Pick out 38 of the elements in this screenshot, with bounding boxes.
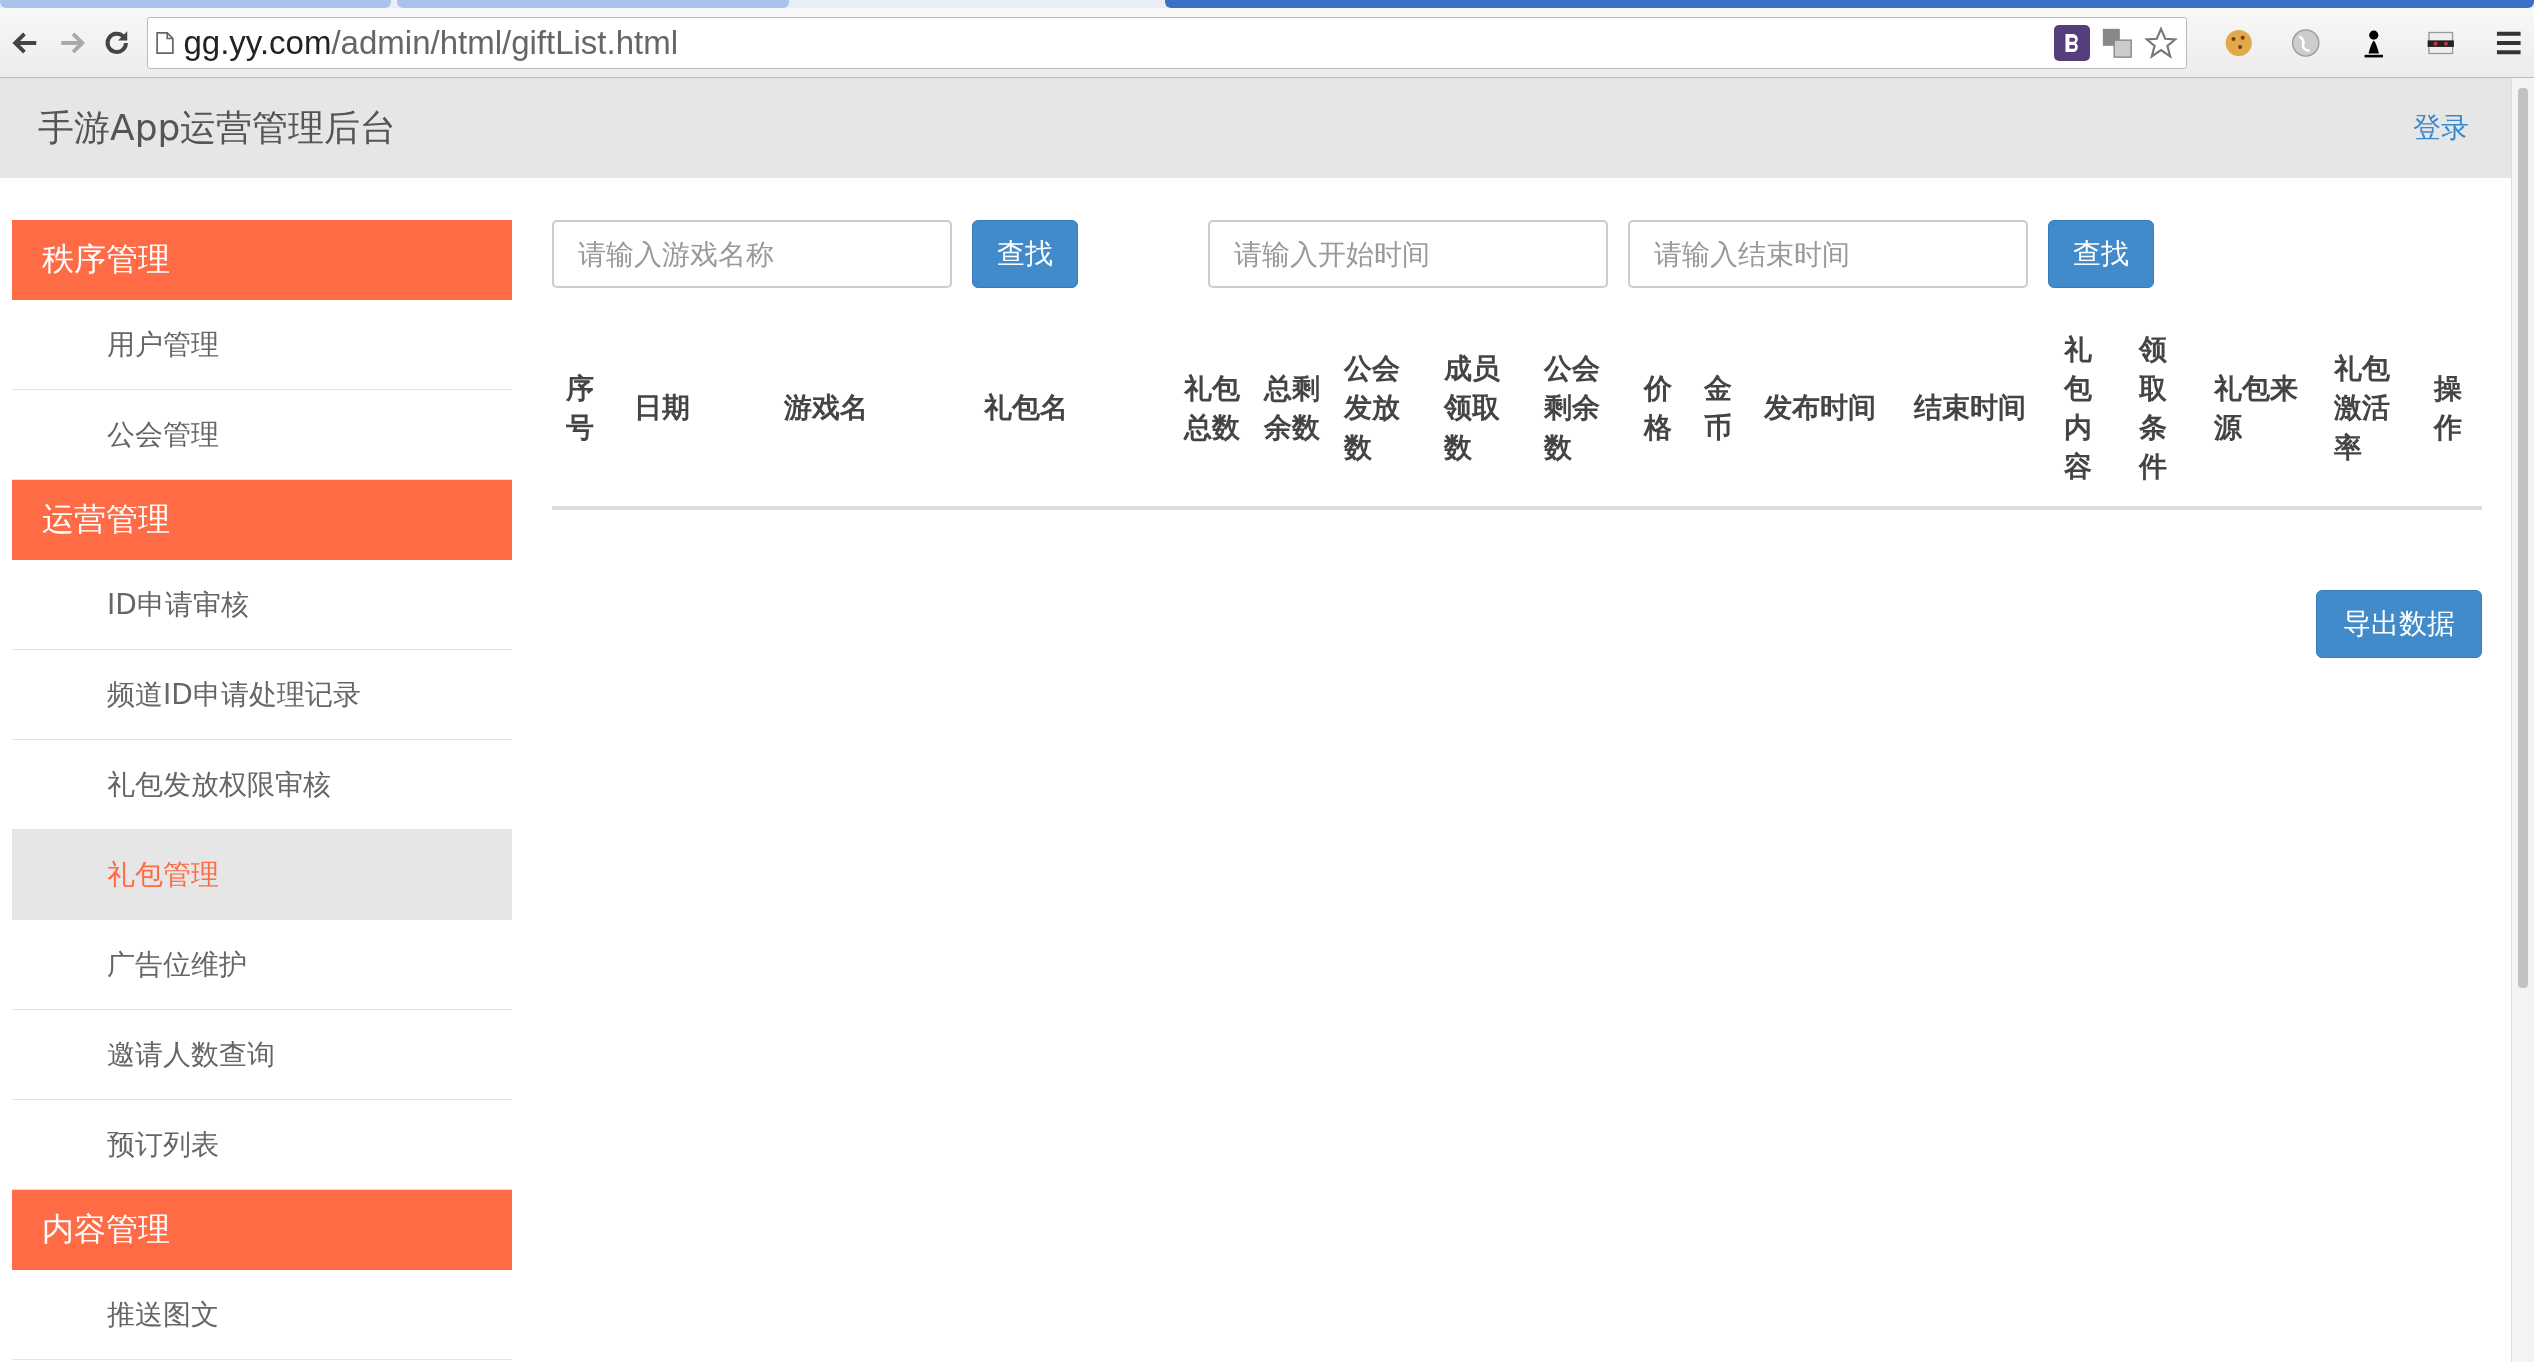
scrollbar-thumb[interactable] [2518, 88, 2528, 988]
address-bar[interactable]: gg.yy.com/admin/html/giftList.html [146, 16, 2187, 69]
sidebar-item[interactable]: 频道ID申请处理记录 [12, 650, 512, 740]
page-icon [155, 30, 174, 55]
search-button[interactable]: 查找 [2048, 220, 2154, 288]
column-header: 礼包来源 [2214, 370, 2299, 446]
sidebar-item[interactable]: 推送图文 [12, 1270, 512, 1360]
search-button[interactable]: 查找 [972, 220, 1078, 288]
column-header: 礼包内容 [2064, 331, 2093, 486]
scrollbar[interactable] [2511, 78, 2534, 1362]
sidebar-item[interactable]: ID申请审核 [12, 560, 512, 650]
column-header: 序号 [566, 370, 595, 446]
column-header: 发布时间 [1764, 390, 1876, 427]
end-time-field[interactable]: 请输入结束时间 [1628, 220, 2028, 288]
export-button[interactable]: 导出数据 [2316, 590, 2482, 658]
column-header: 总剩余数 [1264, 370, 1321, 446]
bootstrap-logo-icon[interactable] [2053, 24, 2090, 61]
column-header: 公会发放数 [1344, 351, 1401, 466]
column-header: 价格 [1644, 370, 1673, 446]
column-header: 礼包总数 [1184, 370, 1241, 446]
column-header: 金币 [1704, 370, 1733, 446]
column-header: 成员领取数 [1444, 351, 1501, 466]
column-header: 礼包激活率 [2334, 351, 2391, 466]
column-header: 礼包名 [984, 390, 1068, 427]
star-icon[interactable] [2143, 25, 2178, 60]
start-time-field[interactable]: 请输入开始时间 [1208, 220, 1608, 288]
login-link[interactable]: 登录 [2413, 109, 2469, 147]
sidebar-item[interactable]: 广告位维护 [12, 920, 512, 1010]
column-header: 日期 [634, 390, 690, 427]
sidebar-item[interactable]: 邀请人数查询 [12, 1010, 512, 1100]
column-header: 游戏名 [784, 390, 868, 427]
column-header: 操作 [2434, 370, 2463, 446]
column-header: 领取条件 [2139, 331, 2168, 486]
sidebar-item[interactable]: 用户管理 [12, 300, 512, 390]
app-title: 手游App运营管理后台 [38, 105, 397, 150]
column-header: 公会剩余数 [1544, 351, 1601, 466]
game-name-field[interactable]: 请输入游戏名称 [552, 220, 952, 288]
column-header: 结束时间 [1914, 390, 2026, 427]
